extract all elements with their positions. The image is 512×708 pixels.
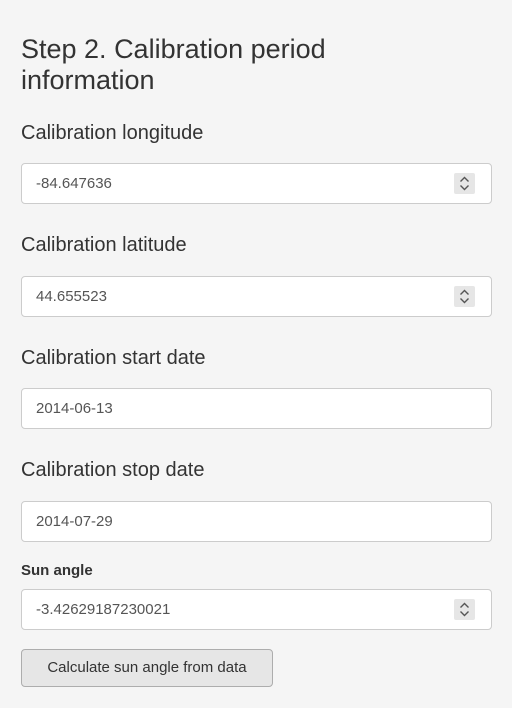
stepper-arrows-icon[interactable] [454,599,475,620]
longitude-label: Calibration longitude [21,122,204,144]
stepper-arrows-icon[interactable] [454,286,475,307]
stop-date-value: 2014-07-29 [36,513,113,530]
longitude-input[interactable]: -84.647636 [21,163,492,204]
sun-angle-label: Sun angle [21,562,93,579]
step-title: Step 2. Calibration period information [21,34,326,95]
longitude-value: -84.647636 [36,175,112,192]
stepper-arrows-icon[interactable] [454,173,475,194]
latitude-input[interactable]: 44.655523 [21,276,492,317]
start-date-value: 2014-06-13 [36,400,113,417]
latitude-value: 44.655523 [36,288,107,305]
calculate-sun-angle-button[interactable]: Calculate sun angle from data [21,649,273,687]
start-date-label: Calibration start date [21,347,206,369]
sun-angle-input[interactable]: -3.42629187230021 [21,589,492,630]
latitude-label: Calibration latitude [21,234,187,256]
start-date-input[interactable]: 2014-06-13 [21,388,492,429]
stop-date-label: Calibration stop date [21,459,205,481]
stop-date-input[interactable]: 2014-07-29 [21,501,492,542]
sun-angle-value: -3.42629187230021 [36,601,171,618]
